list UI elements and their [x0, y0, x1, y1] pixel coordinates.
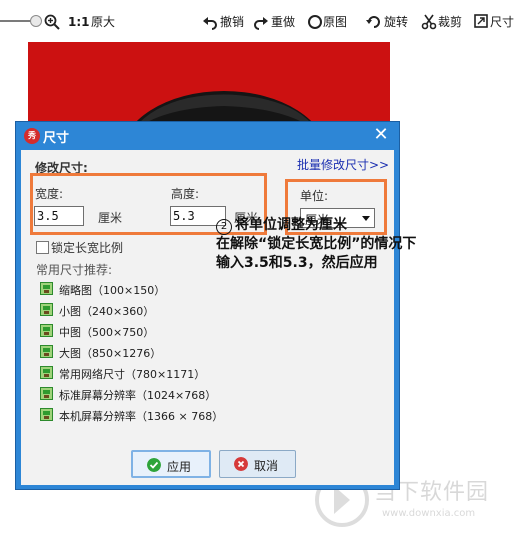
watermark-url: www.downxia.com [382, 508, 476, 519]
height-label: 高度: [171, 187, 200, 201]
unit-label: 单位: [300, 189, 329, 203]
apply-button[interactable]: 应用 [131, 450, 211, 478]
picture-icon [40, 387, 53, 400]
rotate-button[interactable]: 旋转 [366, 13, 414, 31]
size-dialog: 秀 尺寸 ✕ 修改尺寸: 批量修改尺寸>> 宽度: 3.5 厘米 高度: 5.3… [15, 121, 400, 490]
annotation-line-1: 将单位调整为厘米 [235, 217, 347, 233]
original-image-button[interactable]: 原图 [307, 13, 353, 31]
size-button[interactable]: 尺寸 [474, 13, 516, 31]
redo-label: 重做 [271, 15, 296, 29]
check-icon [147, 458, 161, 472]
dialog-titlebar[interactable]: 秀 尺寸 ✕ [16, 122, 399, 150]
recommend-heading: 常用尺寸推荐: [36, 263, 113, 277]
preset-label: 本机屏幕分辨率（1366 × 768） [59, 410, 224, 423]
crop-button[interactable]: 裁剪 [421, 13, 467, 31]
picture-icon [40, 408, 53, 421]
annotation-line-3: 输入3.5和5.3，然后应用 [216, 255, 378, 271]
original-size-label: 原大 [91, 15, 116, 29]
preset-label: 常用网络尺寸（780×1171） [59, 368, 206, 381]
step-number: 2 [216, 219, 232, 235]
dialog-title: 尺寸 [43, 131, 70, 146]
instruction-annotation: 2 将单位调整为厘米 在解除“锁定长宽比例”的情况下 输入3.5和5.3，然后应用 [216, 216, 416, 273]
scissors-icon [421, 14, 437, 30]
undo-button[interactable]: 撤销 [202, 13, 250, 31]
picture-icon [40, 282, 53, 295]
undo-icon [203, 17, 217, 30]
preset-label: 中图（500×750） [59, 326, 155, 339]
apply-label: 应用 [167, 460, 192, 474]
redo-button[interactable]: 重做 [253, 13, 301, 31]
preset-label: 小图（240×360） [59, 305, 155, 318]
width-input[interactable]: 3.5 [34, 206, 84, 226]
width-label: 宽度: [35, 187, 64, 201]
rotate-icon [366, 16, 380, 28]
picture-icon [40, 324, 53, 337]
preset-label: 标准屏幕分辨率（1024×768） [59, 389, 217, 402]
cancel-icon [234, 457, 248, 471]
cancel-label: 取消 [254, 459, 279, 473]
lock-ratio-checkbox[interactable] [36, 241, 49, 254]
rotate-label: 旋转 [384, 15, 409, 29]
picture-icon [40, 303, 53, 316]
batch-resize-link[interactable]: 批量修改尺寸>> [297, 156, 389, 173]
preset-label: 大图（850×1276） [59, 347, 162, 360]
width-unit: 厘米 [98, 211, 123, 225]
redo-icon [254, 17, 268, 30]
original-image-icon [308, 15, 322, 29]
cancel-button[interactable]: 取消 [219, 450, 296, 478]
zoom-in-icon[interactable] [44, 13, 64, 31]
original-image-label: 原图 [323, 15, 348, 29]
picture-icon [40, 345, 53, 358]
top-toolbar: 1:1 原大 撤销 重做 原图 旋转 裁剪 尺寸 [0, 0, 516, 42]
picture-icon [40, 366, 53, 379]
preset-label: 缩略图（100×150） [59, 284, 166, 297]
undo-label: 撤销 [220, 15, 245, 29]
annotation-line-2: 在解除“锁定长宽比例”的情况下 [216, 236, 417, 252]
zoom-ratio-label: 1:1 [68, 15, 90, 29]
resize-icon [474, 14, 488, 28]
zoom-slider-handle[interactable] [30, 15, 42, 27]
close-icon[interactable]: ✕ [371, 125, 391, 145]
lock-ratio-label[interactable]: 锁定长宽比例 [51, 239, 123, 256]
dialog-body: 修改尺寸: 批量修改尺寸>> 宽度: 3.5 厘米 高度: 5.3 厘米 单位:… [21, 150, 394, 485]
app-logo-icon: 秀 [24, 128, 40, 144]
crop-label: 裁剪 [438, 15, 463, 29]
size-label: 尺寸 [490, 15, 515, 29]
